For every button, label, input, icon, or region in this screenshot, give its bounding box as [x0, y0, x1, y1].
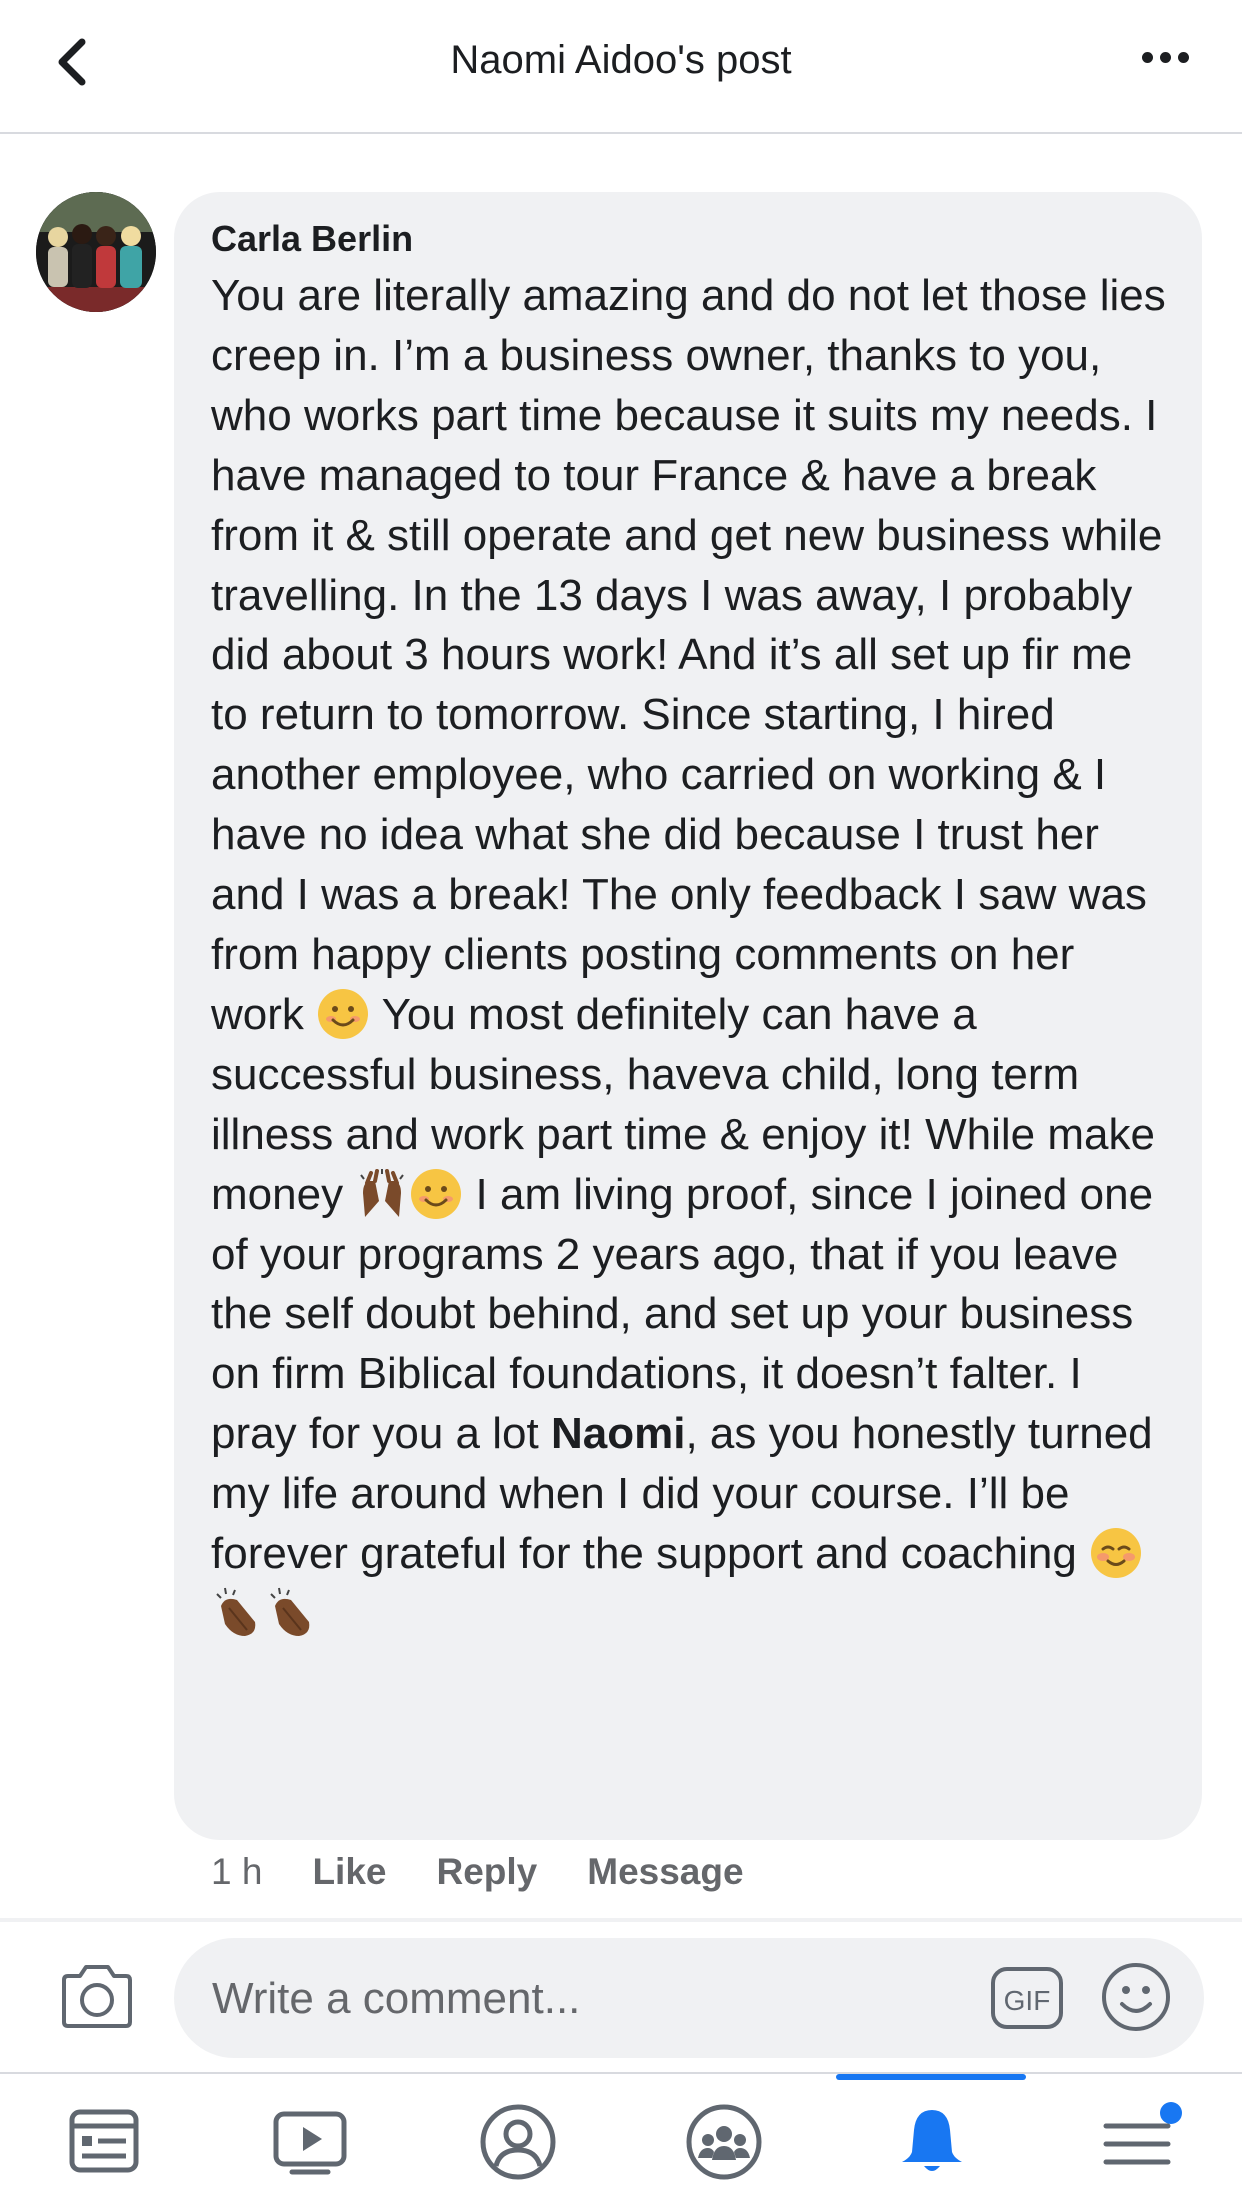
notifications-icon [902, 2110, 962, 2171]
message-button[interactable]: Message [587, 1851, 743, 1892]
avatar-photo [36, 192, 156, 312]
raising-hands-icon [360, 1168, 405, 1217]
tab-watch[interactable] [270, 2102, 350, 2182]
reply-button[interactable]: Reply [436, 1851, 537, 1892]
comment-input[interactable] [210, 1968, 974, 2030]
mention-naomi[interactable]: Naomi [551, 1409, 685, 1458]
comment-bubble: Carla Berlin You are literally amazing a… [174, 192, 1202, 1840]
emoji-icon [1102, 1963, 1170, 2031]
gif-button[interactable]: GIF [990, 1966, 1064, 2030]
active-tab-indicator [836, 2074, 1026, 2080]
clapping-hands-icon [216, 1587, 256, 1636]
camera-button[interactable] [58, 1962, 136, 2030]
page-title: Naomi Aidoo's post [450, 38, 792, 82]
gif-label: GIF [1004, 1985, 1051, 2016]
more-dot [1160, 52, 1171, 63]
bottom-tab-bar [0, 2072, 1242, 2210]
divider [0, 1918, 1242, 1922]
more-dot [1178, 52, 1189, 63]
avatar[interactable] [36, 192, 156, 312]
tab-notifications[interactable] [892, 2102, 972, 2182]
profile-icon [480, 2104, 556, 2180]
smiling-face-icon [411, 1168, 462, 1219]
tab-news-feed[interactable] [64, 2102, 144, 2182]
like-button[interactable]: Like [312, 1851, 386, 1892]
more-horizontal-icon [1142, 52, 1153, 63]
emoji-button[interactable] [1099, 1960, 1173, 2034]
comment-composer: GIF [174, 1938, 1204, 2058]
comment-text-part: You are literally amazing and do not let… [211, 271, 1166, 1039]
groups-icon [686, 2104, 762, 2180]
tab-profile[interactable] [478, 2102, 558, 2182]
relieved-smile-icon [1091, 1528, 1142, 1579]
comment-author[interactable]: Carla Berlin [211, 214, 1166, 264]
gif-icon: GIF [991, 1967, 1063, 2029]
tab-groups[interactable] [684, 2102, 764, 2182]
comment-text: You are literally amazing and do not let… [211, 266, 1166, 1644]
camera-icon [62, 1965, 132, 2028]
smiling-face-icon [318, 988, 369, 1039]
menu-badge [1160, 2102, 1182, 2124]
news-feed-icon [69, 2109, 139, 2173]
top-navigation-bar: Naomi Aidoo's post [0, 0, 1242, 134]
comment-meta: 1 h Like Reply Message [211, 1848, 794, 1896]
watch-icon [273, 2111, 347, 2175]
more-options-button[interactable] [1142, 50, 1198, 70]
comment-time: 1 h [211, 1851, 263, 1892]
clapping-hands-icon [270, 1587, 310, 1636]
